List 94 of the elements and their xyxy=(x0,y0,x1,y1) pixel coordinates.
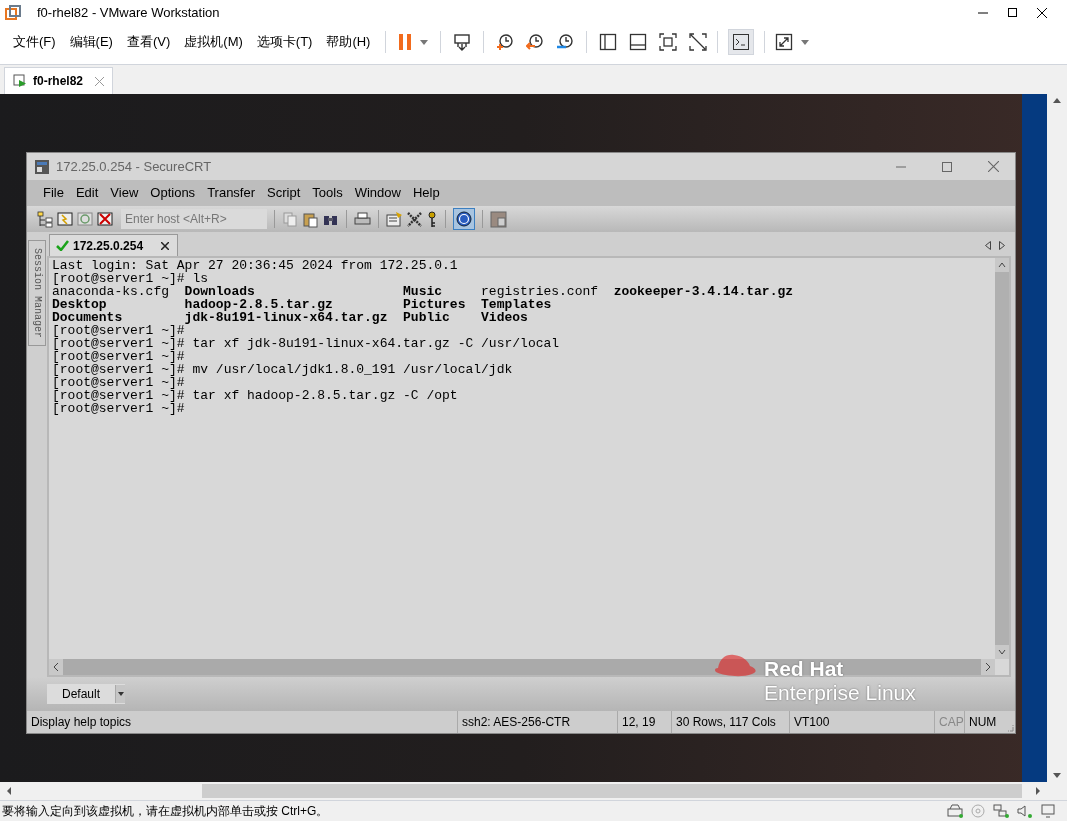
file-name: Pictures xyxy=(403,297,466,312)
session-list-icon[interactable] xyxy=(37,210,54,228)
button-bar-dropdown[interactable]: Default xyxy=(47,684,126,704)
file-name: Templates xyxy=(481,297,552,312)
unity-icon[interactable] xyxy=(689,33,708,51)
close-icon[interactable] xyxy=(161,241,170,250)
menu-item[interactable]: Options xyxy=(144,183,202,203)
file-name: registries.conf xyxy=(481,284,599,299)
snapshot-icon[interactable] xyxy=(496,33,515,51)
file-name: Documents xyxy=(52,310,123,325)
global-options-icon[interactable] xyxy=(406,210,423,228)
window-title: 172.25.0.254 - SecureCRT xyxy=(56,157,212,176)
terminal-line: [root@server1 ~]# mv /usr/local/jdk1.8.0_191 /usr/local/jdk xyxy=(52,363,513,376)
maximize-icon[interactable] xyxy=(1008,8,1017,17)
file-name: Music xyxy=(403,284,443,299)
terminal-line: [root@server1 ~]# xyxy=(52,350,185,363)
menu-item[interactable]: 文件(F) xyxy=(6,32,63,52)
close-icon[interactable] xyxy=(1037,7,1047,18)
menu-item[interactable]: Window xyxy=(348,183,407,203)
scroll-up-icon[interactable] xyxy=(1053,98,1061,103)
status-field: VT100 xyxy=(790,713,834,731)
file-name: Desktop xyxy=(52,297,107,312)
menu-item[interactable]: View xyxy=(104,183,145,203)
window-title: f0-rhel82 - VMware Workstation xyxy=(37,3,220,22)
terminal-line: [root@server1 ~]# tar xf hadoop-2.8.5.tar.gz -C /opt xyxy=(52,389,458,402)
caret-icon xyxy=(117,692,124,696)
console-button[interactable] xyxy=(728,29,755,55)
sidebar-icon[interactable] xyxy=(599,33,618,51)
menu-item[interactable]: Tools xyxy=(306,183,349,203)
menu-item[interactable]: Script xyxy=(261,183,307,203)
sftp-icon[interactable] xyxy=(490,210,507,228)
file-name: anaconda-ks.cfg xyxy=(52,284,170,299)
caret-icon[interactable] xyxy=(420,39,429,45)
scroll-down-icon[interactable] xyxy=(1053,773,1061,778)
terminal-icon xyxy=(733,34,750,50)
status-field: CAP xyxy=(935,713,968,731)
status-field: Display help topics xyxy=(27,713,136,731)
file-name: Downloads xyxy=(184,284,255,299)
menu-item[interactable]: Transfer xyxy=(201,183,262,203)
caret-icon[interactable] xyxy=(801,39,810,45)
securecrt-logo-icon xyxy=(34,158,50,175)
status-field: 30 Rows, 117 Cols xyxy=(672,713,780,731)
scroll-left-icon[interactable] xyxy=(985,241,991,250)
status-text: 要将输入定向到该虚拟机，请在虚拟机内部单击或按 Ctrl+G。 xyxy=(2,803,329,820)
pause-icon[interactable] xyxy=(398,33,413,51)
paste-icon[interactable] xyxy=(302,210,319,228)
terminal-line: [root@server1 ~]# xyxy=(52,402,185,415)
scroll-right-icon[interactable] xyxy=(999,241,1005,250)
status-field: ssh2: AES-256-CTR xyxy=(458,713,575,731)
logo-text: Enterprise Linux xyxy=(764,680,916,706)
menu-item[interactable]: 虚拟机(M) xyxy=(177,32,250,52)
stretch-icon[interactable] xyxy=(775,33,794,51)
file-name: hadoop-2.8.5.tar.gz xyxy=(184,297,333,312)
menu-item[interactable]: 帮助(H) xyxy=(319,32,378,52)
session-manager-tab[interactable]: Session Manager xyxy=(28,240,46,346)
terminal-line: [root@server1 ~]# tar xf jdk-8u191-linux-x64.tar.gz -C /usr/local xyxy=(52,337,560,350)
connect-icon[interactable] xyxy=(57,210,74,228)
terminal-line: [root@server1 ~]# xyxy=(52,324,185,337)
hard-disk-icon[interactable] xyxy=(947,804,963,818)
printer-icon[interactable] xyxy=(354,210,371,228)
file-name: zookeeper-3.4.14.tar.gz xyxy=(613,284,794,299)
vm-running-icon xyxy=(13,74,27,88)
menu-item[interactable]: 查看(V) xyxy=(119,32,178,52)
logo-text: Red Hat xyxy=(764,658,845,680)
file-name: jdk-8u191-linux-x64.tar.gz xyxy=(184,310,388,325)
menu-item[interactable]: File xyxy=(37,183,70,203)
vmware-logo-icon xyxy=(5,4,21,21)
disconnect-icon[interactable] xyxy=(97,210,114,228)
menu-item[interactable]: 选项卡(T) xyxy=(249,32,320,52)
menu-item[interactable]: Edit xyxy=(69,183,105,203)
vm-tab[interactable]: f0-rhel82 xyxy=(4,67,114,94)
key-icon[interactable] xyxy=(426,210,438,228)
menu-item[interactable]: Help xyxy=(406,183,446,203)
terminal-line: Last login: Sat Apr 27 20:36:45 2024 from 172.25.0.1 xyxy=(52,259,458,272)
terminal-line: [root@server1 ~]# ls xyxy=(52,272,209,285)
status-field: NUM xyxy=(965,713,1001,731)
terminal-line: [root@server1 ~]# xyxy=(52,376,185,389)
file-name: Videos xyxy=(481,310,528,325)
menu-item[interactable]: 编辑(E) xyxy=(62,32,120,52)
speaker-icon[interactable] xyxy=(1017,804,1033,818)
help-icon xyxy=(456,211,472,227)
thumbnail-bar-icon[interactable] xyxy=(629,33,648,51)
file-name: Public xyxy=(403,310,450,325)
status-field: 12, 19 xyxy=(618,713,660,731)
help-button[interactable] xyxy=(453,208,475,230)
dropdown-value: Default xyxy=(61,686,102,703)
session-tab[interactable]: 172.25.0.254 xyxy=(49,234,179,256)
full-screen-icon[interactable] xyxy=(659,33,678,51)
revert-icon[interactable] xyxy=(526,33,545,51)
scrollbar-thumb[interactable] xyxy=(202,784,1022,798)
send-keys-icon[interactable] xyxy=(453,33,472,51)
snapshot-manager-icon[interactable] xyxy=(556,33,575,51)
horizontal-scrollbar[interactable] xyxy=(0,782,1067,800)
network-icon[interactable] xyxy=(993,804,1009,818)
